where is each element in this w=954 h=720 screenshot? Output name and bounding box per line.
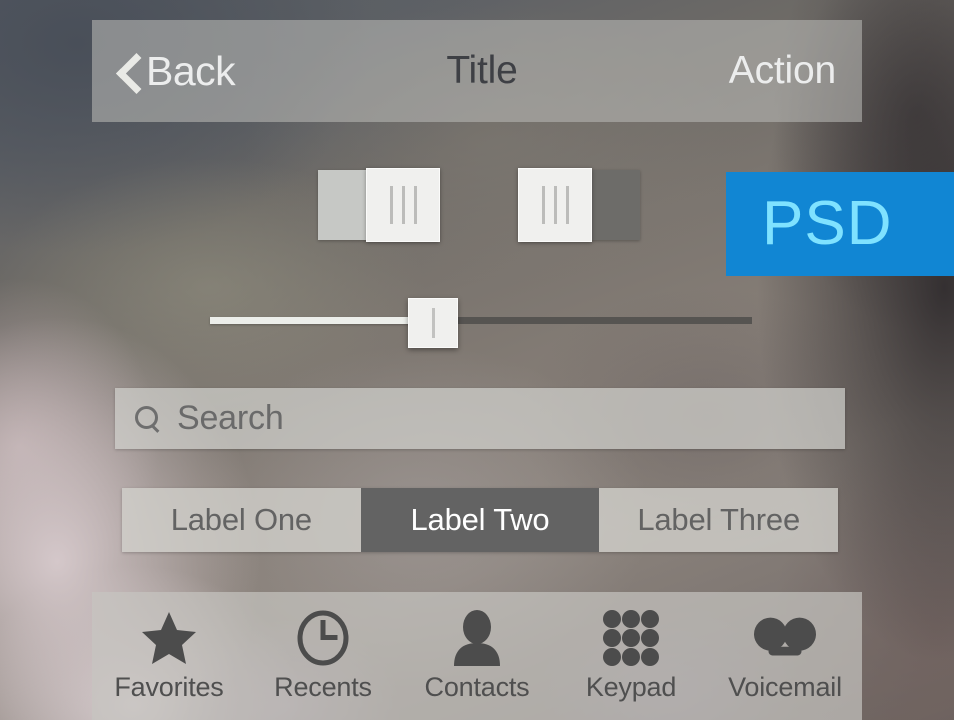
tab-item-recents[interactable]: Recents	[246, 610, 400, 703]
toggle-switch-off[interactable]	[518, 168, 640, 242]
slider-thumb[interactable]	[408, 298, 458, 348]
segment-label-three[interactable]: Label Three	[599, 488, 839, 552]
slider[interactable]	[210, 298, 752, 348]
psd-badge: PSD	[726, 172, 954, 276]
search-icon	[135, 405, 161, 432]
tab-item-keypad[interactable]: Keypad	[554, 610, 708, 703]
tab-bar: Favorites Recents Contacts Keypad Voicem…	[92, 592, 862, 720]
grip-line-icon	[565, 186, 569, 224]
search-input[interactable]: Search	[177, 399, 284, 438]
grip-line-icon	[553, 186, 557, 224]
psd-badge-label: PSD	[762, 189, 893, 258]
person-icon	[446, 610, 508, 666]
tab-item-favorites[interactable]: Favorites	[92, 612, 246, 703]
back-button[interactable]: Back	[118, 47, 236, 94]
star-icon	[138, 612, 200, 664]
chevron-left-icon	[118, 52, 140, 90]
grip-line-icon	[431, 308, 435, 338]
segment-label-two[interactable]: Label Two	[360, 488, 600, 552]
tab-label-voicemail: Voicemail	[728, 672, 842, 702]
segment-label-one[interactable]: Label One	[122, 488, 361, 552]
grip-line-icon	[389, 186, 393, 224]
toggle-switch-knob[interactable]	[366, 168, 440, 242]
toggle-switch-on[interactable]	[318, 168, 440, 242]
tab-label-contacts: Contacts	[424, 672, 530, 702]
app-screen: Back Title Action PSD Search Label One L…	[0, 0, 954, 720]
grip-line-icon	[401, 186, 405, 224]
tab-item-contacts[interactable]: Contacts	[400, 610, 554, 703]
tab-item-voicemail[interactable]: Voicemail	[708, 612, 862, 703]
clock-icon	[292, 610, 354, 666]
slider-track-filled	[210, 317, 434, 324]
back-button-label: Back	[146, 47, 236, 94]
tab-label-favorites: Favorites	[114, 672, 224, 702]
keypad-dots-icon	[600, 610, 662, 666]
search-bar[interactable]: Search	[115, 388, 845, 449]
navigation-bar: Back Title Action	[92, 20, 862, 122]
slider-track-remaining	[458, 317, 752, 324]
grip-line-icon	[413, 186, 417, 224]
page-title: Title	[446, 49, 518, 92]
voicemail-icon	[754, 612, 816, 664]
toggle-switch-knob[interactable]	[518, 168, 592, 242]
grip-line-icon	[541, 186, 545, 224]
tab-label-recents: Recents	[274, 672, 372, 702]
action-button[interactable]: Action	[729, 49, 836, 93]
segmented-control: Label One Label Two Label Three	[122, 488, 839, 552]
tab-label-keypad: Keypad	[585, 672, 677, 702]
